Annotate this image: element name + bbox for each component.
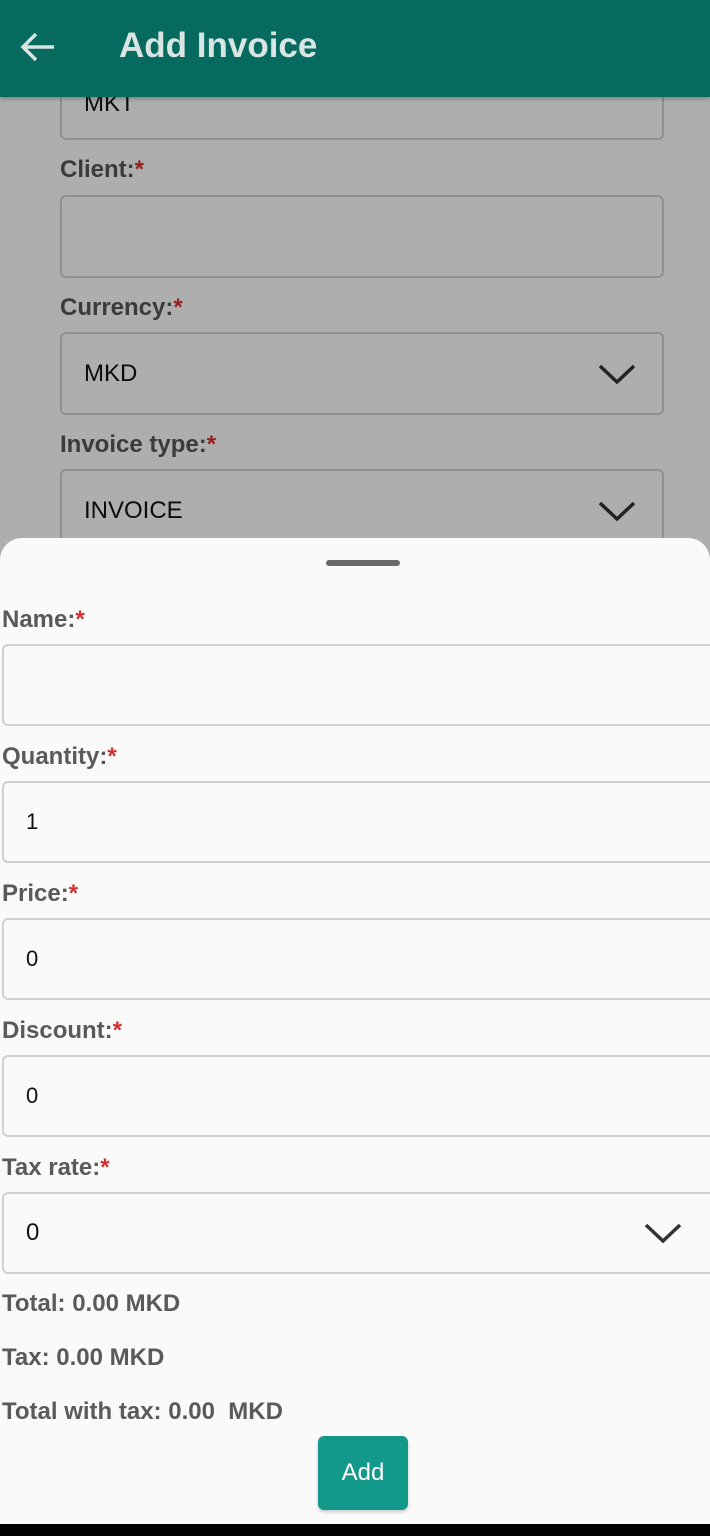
discount-label: Discount:*	[2, 1017, 123, 1044]
app-bar: Add Invoice	[0, 0, 710, 97]
quantity-value: 1	[26, 809, 39, 834]
discount-value: 0	[26, 1083, 39, 1108]
add-item-sheet: Name:* Quantity:* 1 Price:* 0 Discount:*…	[0, 538, 710, 1524]
quantity-input[interactable]: 1	[2, 781, 710, 863]
quantity-label: Quantity:*	[2, 743, 117, 770]
price-input[interactable]: 0	[2, 918, 710, 1000]
page-title: Add Invoice	[119, 26, 318, 65]
drag-handle[interactable]	[326, 560, 400, 566]
name-input[interactable]	[2, 644, 710, 726]
tax-rate-label: Tax rate:*	[2, 1154, 110, 1181]
price-value: 0	[26, 946, 39, 971]
add-button[interactable]: Add	[318, 1436, 408, 1510]
price-label: Price:*	[2, 880, 79, 907]
tax-text: Tax: 0.00 MKD	[2, 1344, 165, 1371]
tax-rate-value: 0	[26, 1219, 40, 1246]
total-text: Total: 0.00 MKD	[2, 1290, 181, 1317]
total-with-tax-text: Total with tax: 0.00 MKD	[2, 1398, 283, 1425]
chevron-down-icon	[644, 1223, 682, 1244]
name-label: Name:*	[2, 606, 85, 633]
screen: MKT Client:* Currency:* MKD Invoice type…	[0, 0, 710, 1524]
discount-input[interactable]: 0	[2, 1055, 710, 1137]
tax-rate-select[interactable]: 0	[2, 1192, 710, 1274]
arrow-left-icon[interactable]	[18, 26, 60, 68]
